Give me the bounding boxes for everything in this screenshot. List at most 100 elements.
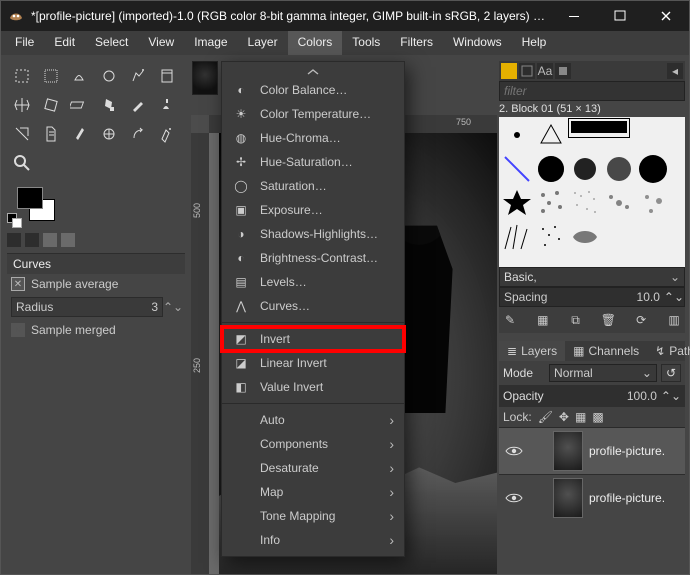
brush-grid[interactable] — [499, 117, 685, 267]
brush-thumb[interactable] — [631, 119, 663, 151]
brush-tab-4[interactable] — [555, 63, 571, 79]
menu-item-color-temperature[interactable]: ☀Color Temperature… — [222, 102, 404, 126]
menu-item-info[interactable]: Info — [222, 528, 404, 552]
brush-edit-icon[interactable]: ✎ — [501, 311, 519, 329]
tab-paths[interactable]: ↯ Paths — [647, 341, 690, 361]
brush-thumb[interactable] — [569, 221, 601, 253]
menu-item-desaturate[interactable]: Desaturate — [222, 456, 404, 480]
brush-thumb[interactable] — [637, 153, 669, 185]
menu-item-components[interactable]: Components — [222, 432, 404, 456]
menu-item-exposure[interactable]: ▣Exposure… — [222, 198, 404, 222]
menu-edit[interactable]: Edit — [44, 31, 85, 55]
menu-view[interactable]: View — [138, 31, 184, 55]
mode-reset-button[interactable]: ↺ — [661, 364, 681, 382]
layer-name[interactable]: profile-picture. — [589, 491, 681, 505]
tool-6[interactable] — [7, 90, 36, 119]
opacity-value[interactable]: 100.0 — [623, 388, 661, 404]
minimize-button[interactable] — [551, 1, 597, 31]
layer-name[interactable]: profile-picture. — [589, 444, 681, 458]
tool-2[interactable] — [65, 61, 94, 90]
menu-windows[interactable]: Windows — [443, 31, 512, 55]
menu-item-color-balance[interactable]: ◐Color Balance… — [222, 78, 404, 102]
layer-row[interactable]: profile-picture. — [499, 428, 685, 474]
menu-item-invert[interactable]: ◩Invert — [222, 327, 404, 351]
color-swatches[interactable] — [7, 185, 67, 229]
radius-value[interactable]: 3 — [151, 300, 158, 314]
menu-collapse-icon[interactable] — [222, 66, 404, 78]
radius-spin-buttons[interactable]: ⌃⌄ — [163, 300, 181, 314]
menu-help[interactable]: Help — [512, 31, 557, 55]
mode-select[interactable]: Normal ⌄ — [549, 364, 657, 382]
menu-layer[interactable]: Layer — [238, 31, 288, 55]
menu-item-linear-invert[interactable]: ◪Linear Invert — [222, 351, 404, 375]
brush-thumb[interactable] — [535, 153, 567, 185]
brush-thumb[interactable] — [501, 187, 533, 219]
brush-del-icon[interactable]: 🗑 — [599, 311, 617, 329]
menu-item-curves[interactable]: ⋀Curves… — [222, 294, 404, 318]
tool-15[interactable] — [94, 119, 123, 148]
menu-tools[interactable]: Tools — [342, 31, 390, 55]
tool-1[interactable] — [36, 61, 65, 90]
maximize-button[interactable] — [597, 1, 643, 31]
brush-thumb[interactable] — [569, 153, 601, 185]
brush-thumb[interactable] — [603, 153, 635, 185]
tool-16[interactable] — [123, 119, 152, 148]
brush-thumb[interactable] — [535, 221, 567, 253]
tool-7[interactable] — [36, 90, 65, 119]
lock-all-icon[interactable]: ▩ — [592, 410, 603, 424]
menu-item-tone-mapping[interactable]: Tone Mapping — [222, 504, 404, 528]
menu-item-hue-saturation[interactable]: ✢Hue-Saturation… — [222, 150, 404, 174]
lock-move-icon[interactable]: ✥ — [559, 410, 569, 424]
dock-tab-4[interactable] — [61, 233, 75, 247]
brush-thumb[interactable] — [501, 153, 533, 185]
tool-10[interactable] — [123, 90, 152, 119]
tool-8[interactable] — [65, 90, 94, 119]
tool-3[interactable] — [94, 61, 123, 90]
menu-item-brightness-contrast[interactable]: ◐Brightness-Contrast… — [222, 246, 404, 270]
tool-14[interactable] — [65, 119, 94, 148]
menu-file[interactable]: File — [5, 31, 44, 55]
menu-select[interactable]: Select — [85, 31, 138, 55]
brush-thumb[interactable] — [535, 187, 567, 219]
brush-thumb[interactable] — [535, 119, 567, 151]
brush-thumb[interactable] — [501, 221, 533, 253]
visibility-toggle[interactable] — [503, 440, 525, 462]
brush-thumb[interactable] — [637, 187, 669, 219]
menu-filters[interactable]: Filters — [390, 31, 443, 55]
brush-open-icon[interactable]: ▥ — [665, 311, 683, 329]
spacing-spin-icon[interactable]: ⌃⌄ — [664, 290, 684, 304]
brush-filter-input[interactable] — [499, 81, 685, 101]
dock-tab-1[interactable] — [7, 233, 21, 247]
brush-new-icon[interactable]: ▦ — [534, 311, 552, 329]
default-colors-icon[interactable] — [7, 213, 21, 227]
lock-alpha-icon[interactable]: ▦ — [575, 410, 586, 424]
close-button[interactable] — [643, 1, 689, 31]
brush-tab-2[interactable] — [519, 63, 535, 79]
fg-color-swatch[interactable] — [17, 187, 43, 209]
chevron-down-icon[interactable]: ⌄ — [666, 270, 684, 284]
brush-thumb[interactable] — [569, 119, 629, 137]
menu-item-map[interactable]: Map — [222, 480, 404, 504]
tool-11[interactable] — [152, 90, 181, 119]
tool-17[interactable] — [152, 119, 181, 148]
layer-row[interactable]: profile-picture. — [499, 474, 685, 521]
tool-9[interactable] — [94, 90, 123, 119]
brush-thumb[interactable] — [501, 119, 533, 151]
menu-item-hue-chroma[interactable]: ◍Hue-Chroma… — [222, 126, 404, 150]
tool-4[interactable] — [123, 61, 152, 90]
tool-18[interactable] — [7, 148, 36, 177]
tab-layers[interactable]: ≣ Layers — [499, 341, 565, 361]
brush-thumb[interactable] — [603, 187, 635, 219]
sample-average-checkbox[interactable]: ✕ — [11, 277, 25, 291]
lock-paint-icon[interactable]: 🖌 — [538, 410, 553, 424]
tool-0[interactable] — [7, 61, 36, 90]
brush-tab-active[interactable] — [501, 63, 517, 79]
brush-dock-menu-icon[interactable]: ◂ — [667, 63, 683, 79]
tool-5[interactable] — [152, 61, 181, 90]
tab-channels[interactable]: ▦ Channels — [565, 341, 647, 361]
document-thumbnail[interactable] — [192, 61, 218, 95]
visibility-toggle[interactable] — [503, 487, 525, 509]
menu-item-levels[interactable]: ▤Levels… — [222, 270, 404, 294]
menu-item-value-invert[interactable]: ◧Value Invert — [222, 375, 404, 399]
brush-refresh-icon[interactable]: ⟳ — [632, 311, 650, 329]
